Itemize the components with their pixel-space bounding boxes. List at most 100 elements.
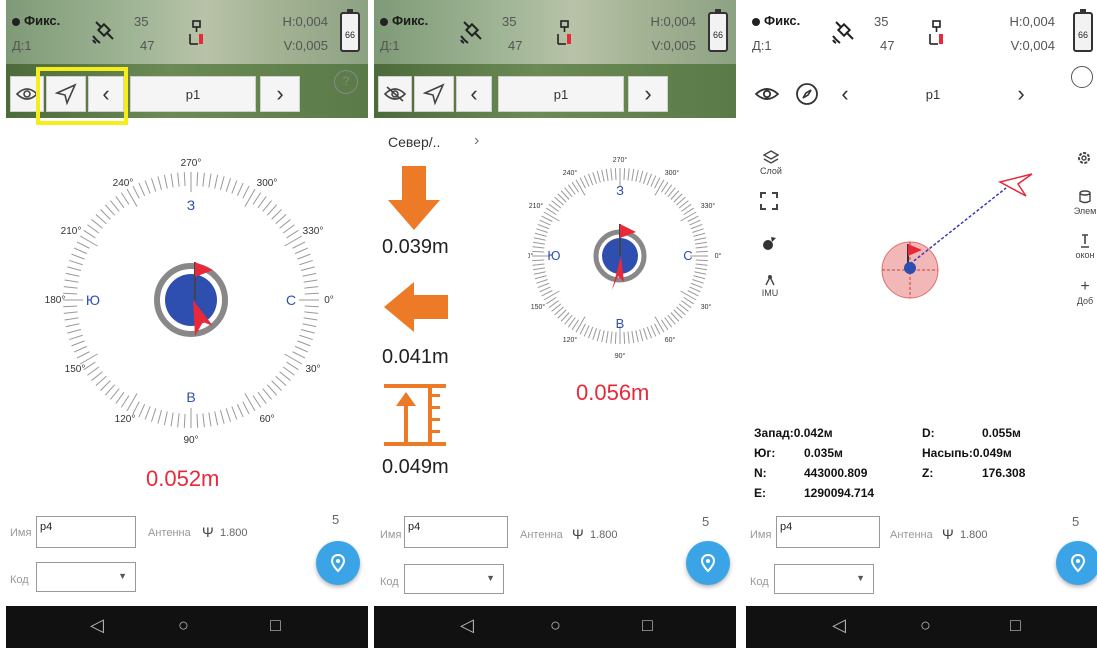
compass-tick	[692, 228, 704, 233]
nav-toolbar: ‹ p1 ›	[746, 64, 1097, 118]
fullscreen-icon	[760, 192, 778, 210]
compass-label-240: 240°	[563, 169, 578, 177]
compass-tick	[543, 290, 560, 301]
fill-offset: Насыпь:0.049м	[922, 446, 1012, 460]
compass-tick	[610, 168, 613, 181]
compass-label-210: 210°	[529, 202, 544, 210]
dropdown-arrow-icon: ▼	[856, 573, 865, 583]
compass-tick	[623, 168, 626, 181]
compass-mode-button[interactable]	[790, 76, 824, 112]
antenna-height[interactable]: 1.800	[220, 527, 248, 539]
antenna-height[interactable]: 1.800	[960, 529, 988, 541]
compass-tick	[300, 266, 315, 271]
status-bar: Фикс. Д:1 35 47 H:0,004 V:0,004 66	[746, 0, 1097, 64]
compass-tick	[132, 185, 140, 199]
layers-button[interactable]: Слой	[756, 150, 786, 176]
settings-button[interactable]	[1073, 150, 1095, 168]
imu-button[interactable]: IMU	[756, 274, 784, 298]
point-name-field[interactable]: p4	[776, 516, 880, 548]
help-icon[interactable]: ?	[334, 70, 358, 94]
compass-tick	[100, 209, 111, 220]
antenna-height[interactable]: 1.800	[590, 529, 618, 541]
stakeout-fab[interactable]	[1056, 541, 1097, 585]
layers-icon	[762, 150, 780, 164]
recents-button[interactable]: □	[270, 615, 281, 636]
map-panel: Фикс. Д:1 35 47 H:0,004 V:0,004 66 ‹ p1 …	[746, 0, 1097, 648]
point-name[interactable]: p1	[870, 76, 996, 112]
point-name-field[interactable]: p4	[36, 516, 136, 548]
add-button[interactable]: + Доб	[1073, 278, 1097, 306]
compass-tick	[694, 241, 707, 245]
compass-tick	[583, 175, 590, 187]
compass-tick	[643, 328, 648, 340]
home-button[interactable]: ○	[920, 615, 931, 636]
direction-mode-selector[interactable]: Север/..	[388, 134, 440, 150]
point-name[interactable]: p1	[498, 76, 624, 112]
compass-tick	[689, 219, 701, 226]
compass-tick	[654, 316, 665, 333]
compass-label-240: 240°	[113, 178, 134, 189]
recents-button[interactable]: □	[642, 615, 653, 636]
home-button[interactable]: ○	[550, 615, 561, 636]
next-point-button[interactable]: ›	[1004, 76, 1038, 112]
compass-tick	[536, 228, 548, 233]
code-dropdown[interactable]: ▼	[36, 562, 136, 592]
arrow-down-icon	[388, 166, 440, 230]
next-point-button[interactable]: ›	[628, 76, 668, 112]
next-point-button[interactable]: ›	[260, 76, 300, 112]
cardinal-north: С	[683, 248, 692, 263]
point-name[interactable]: p1	[130, 76, 256, 112]
code-dropdown[interactable]: ▼	[774, 564, 874, 594]
visibility-toggle[interactable]	[378, 76, 412, 112]
fix-status: Фикс.	[752, 13, 800, 28]
compass-tick	[536, 279, 548, 284]
stakeout-fab[interactable]	[686, 541, 730, 585]
compass-label-300: 300°	[257, 178, 278, 189]
compass-tick	[266, 384, 278, 396]
code-dropdown[interactable]: ▼	[404, 564, 504, 594]
compass-tick	[533, 237, 546, 241]
arrow-left-icon	[384, 282, 448, 332]
compass-tick	[262, 200, 272, 212]
distance-to-target: 0.056m	[576, 380, 650, 405]
compass-tick	[64, 279, 79, 283]
compass-tick	[231, 180, 238, 194]
home-button[interactable]: ○	[178, 615, 189, 636]
visibility-toggle[interactable]	[750, 76, 784, 112]
compass-tick	[695, 250, 708, 253]
north-up-icon[interactable]	[1071, 66, 1093, 88]
satellite-icon	[460, 21, 482, 44]
direction-mode-chevron[interactable]: ›	[474, 132, 479, 150]
name-label: Имя	[750, 529, 772, 541]
eye-icon	[16, 88, 38, 100]
point-name-field[interactable]: p4	[404, 516, 508, 548]
map-view[interactable]	[856, 160, 1056, 310]
compass-tick	[639, 170, 644, 183]
compass-tick	[91, 219, 103, 229]
recents-button[interactable]: □	[1010, 615, 1021, 636]
back-button[interactable]: ◁	[832, 615, 846, 636]
compass-tick	[63, 305, 78, 308]
compass-tick	[69, 259, 83, 266]
back-button[interactable]: ◁	[460, 615, 474, 636]
compass-tick	[695, 246, 708, 249]
compass-tick	[601, 330, 605, 343]
fullscreen-button[interactable]	[758, 192, 780, 212]
back-button[interactable]: ◁	[90, 615, 104, 636]
locate-button[interactable]	[758, 236, 780, 254]
imu-icon	[765, 275, 775, 286]
prev-point-button[interactable]: ‹	[456, 76, 492, 112]
stakeout-fab[interactable]	[316, 541, 360, 585]
compass-tick	[183, 413, 186, 428]
element-button[interactable]: Элем	[1073, 190, 1097, 216]
compass-tick	[302, 272, 317, 277]
android-nav-bar: ◁ ○ □	[746, 606, 1097, 648]
compass-tick	[596, 329, 601, 342]
stakeout-icon	[1081, 234, 1089, 248]
compass-tick	[279, 219, 291, 229]
antenna-icon: Ψ	[572, 526, 584, 542]
prev-point-button[interactable]: ‹	[830, 76, 860, 112]
tool-button[interactable]: окон	[1073, 234, 1097, 260]
navigation-mode-button[interactable]	[414, 76, 454, 112]
compass-tick	[279, 371, 291, 381]
